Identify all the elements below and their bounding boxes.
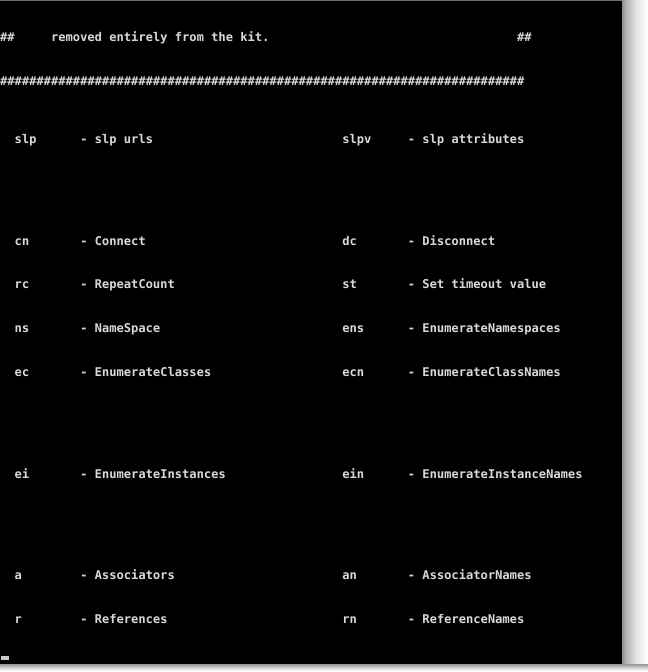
menu-spacer-2 [0,408,622,423]
window-right-bevel [622,0,648,672]
banner-notice-line: ## removed entirely from the kit. ## [0,30,532,45]
menu-spacer-3 [0,510,622,525]
text-cursor [1,656,9,660]
menu-row-a[interactable]: a - Associators an - AssociatorNames [0,568,622,583]
menu-spacer-1 [0,176,622,191]
menu-row-rc[interactable]: rc - RepeatCount st - Set timeout value [0,277,622,292]
menu-row-cn[interactable]: cn - Connect dc - Disconnect [0,234,622,249]
menu-row-slp[interactable]: slp - slp urls slpv - slp attributes [0,132,622,147]
console-screen[interactable]: ## removed entirely from the kit. ## ###… [0,0,622,666]
console-output-text: ## removed entirely from the kit. ## ###… [0,1,622,666]
banner-rule-top: ########################################… [0,73,525,88]
window-bottom-bevel [0,664,648,672]
menu-row-ec[interactable]: ec - EnumerateClasses ecn - EnumerateCla… [0,365,622,380]
menu-row-r[interactable]: r - References rn - ReferenceNames [0,612,622,627]
console-window-frame: ## removed entirely from the kit. ## ###… [0,0,648,672]
menu-row-ns[interactable]: ns - NameSpace ens - EnumerateNamespaces [0,321,622,336]
menu-row-ei[interactable]: ei - EnumerateInstances ein - EnumerateI… [0,467,622,482]
